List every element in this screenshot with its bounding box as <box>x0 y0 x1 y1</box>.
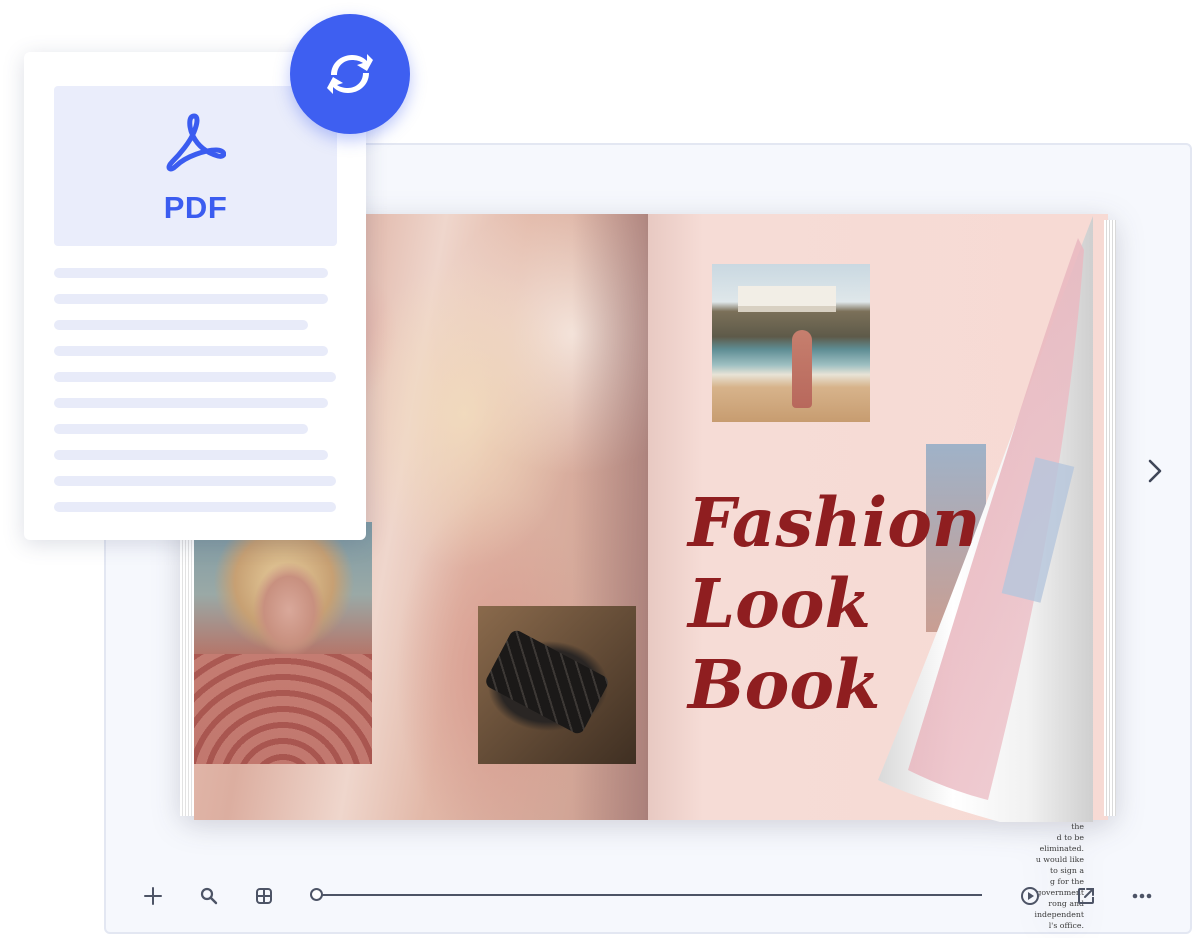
plus-icon <box>144 887 162 905</box>
page-stack-right <box>1104 220 1116 816</box>
text-line-placeholder <box>54 450 328 460</box>
text-line-placeholder <box>54 346 328 356</box>
zoom-in-button[interactable] <box>139 882 167 910</box>
text-line-placeholder <box>54 502 336 512</box>
beach-photo <box>712 264 870 422</box>
share-icon <box>1078 888 1094 904</box>
text-line-placeholder <box>54 476 336 486</box>
text-line-placeholder <box>54 320 308 330</box>
pdf-label: PDF <box>163 190 228 225</box>
text-line-placeholder <box>54 294 328 304</box>
search-icon <box>200 887 218 905</box>
autoplay-button[interactable] <box>1016 882 1044 910</box>
chevron-right-icon <box>1148 459 1162 483</box>
page-curl[interactable] <box>878 210 1108 822</box>
convert-button[interactable] <box>290 14 410 134</box>
text-line-placeholder <box>54 268 328 278</box>
sync-arrows-icon <box>327 54 373 94</box>
article-line: u would like to sign a <box>1035 855 1084 875</box>
text-line-placeholder <box>54 398 328 408</box>
portrait-photo <box>194 522 372 764</box>
handbag-photo <box>478 606 636 764</box>
article-line: d to be eliminated. <box>1039 833 1084 853</box>
next-page-button[interactable] <box>1140 456 1170 486</box>
pdf-header: PDF <box>54 86 337 246</box>
more-button[interactable] <box>1128 882 1156 910</box>
article-line: l's office. <box>1048 921 1084 930</box>
text-line-placeholder <box>54 372 336 382</box>
share-button[interactable] <box>1072 882 1100 910</box>
more-icon <box>1132 893 1152 899</box>
play-icon <box>1021 887 1039 905</box>
acrobat-icon <box>166 113 226 172</box>
text-line-placeholder <box>54 424 308 434</box>
pdf-document-card: PDF <box>24 52 366 540</box>
grid-icon <box>256 888 272 904</box>
search-button[interactable] <box>195 882 223 910</box>
thumbnails-button[interactable] <box>250 882 278 910</box>
